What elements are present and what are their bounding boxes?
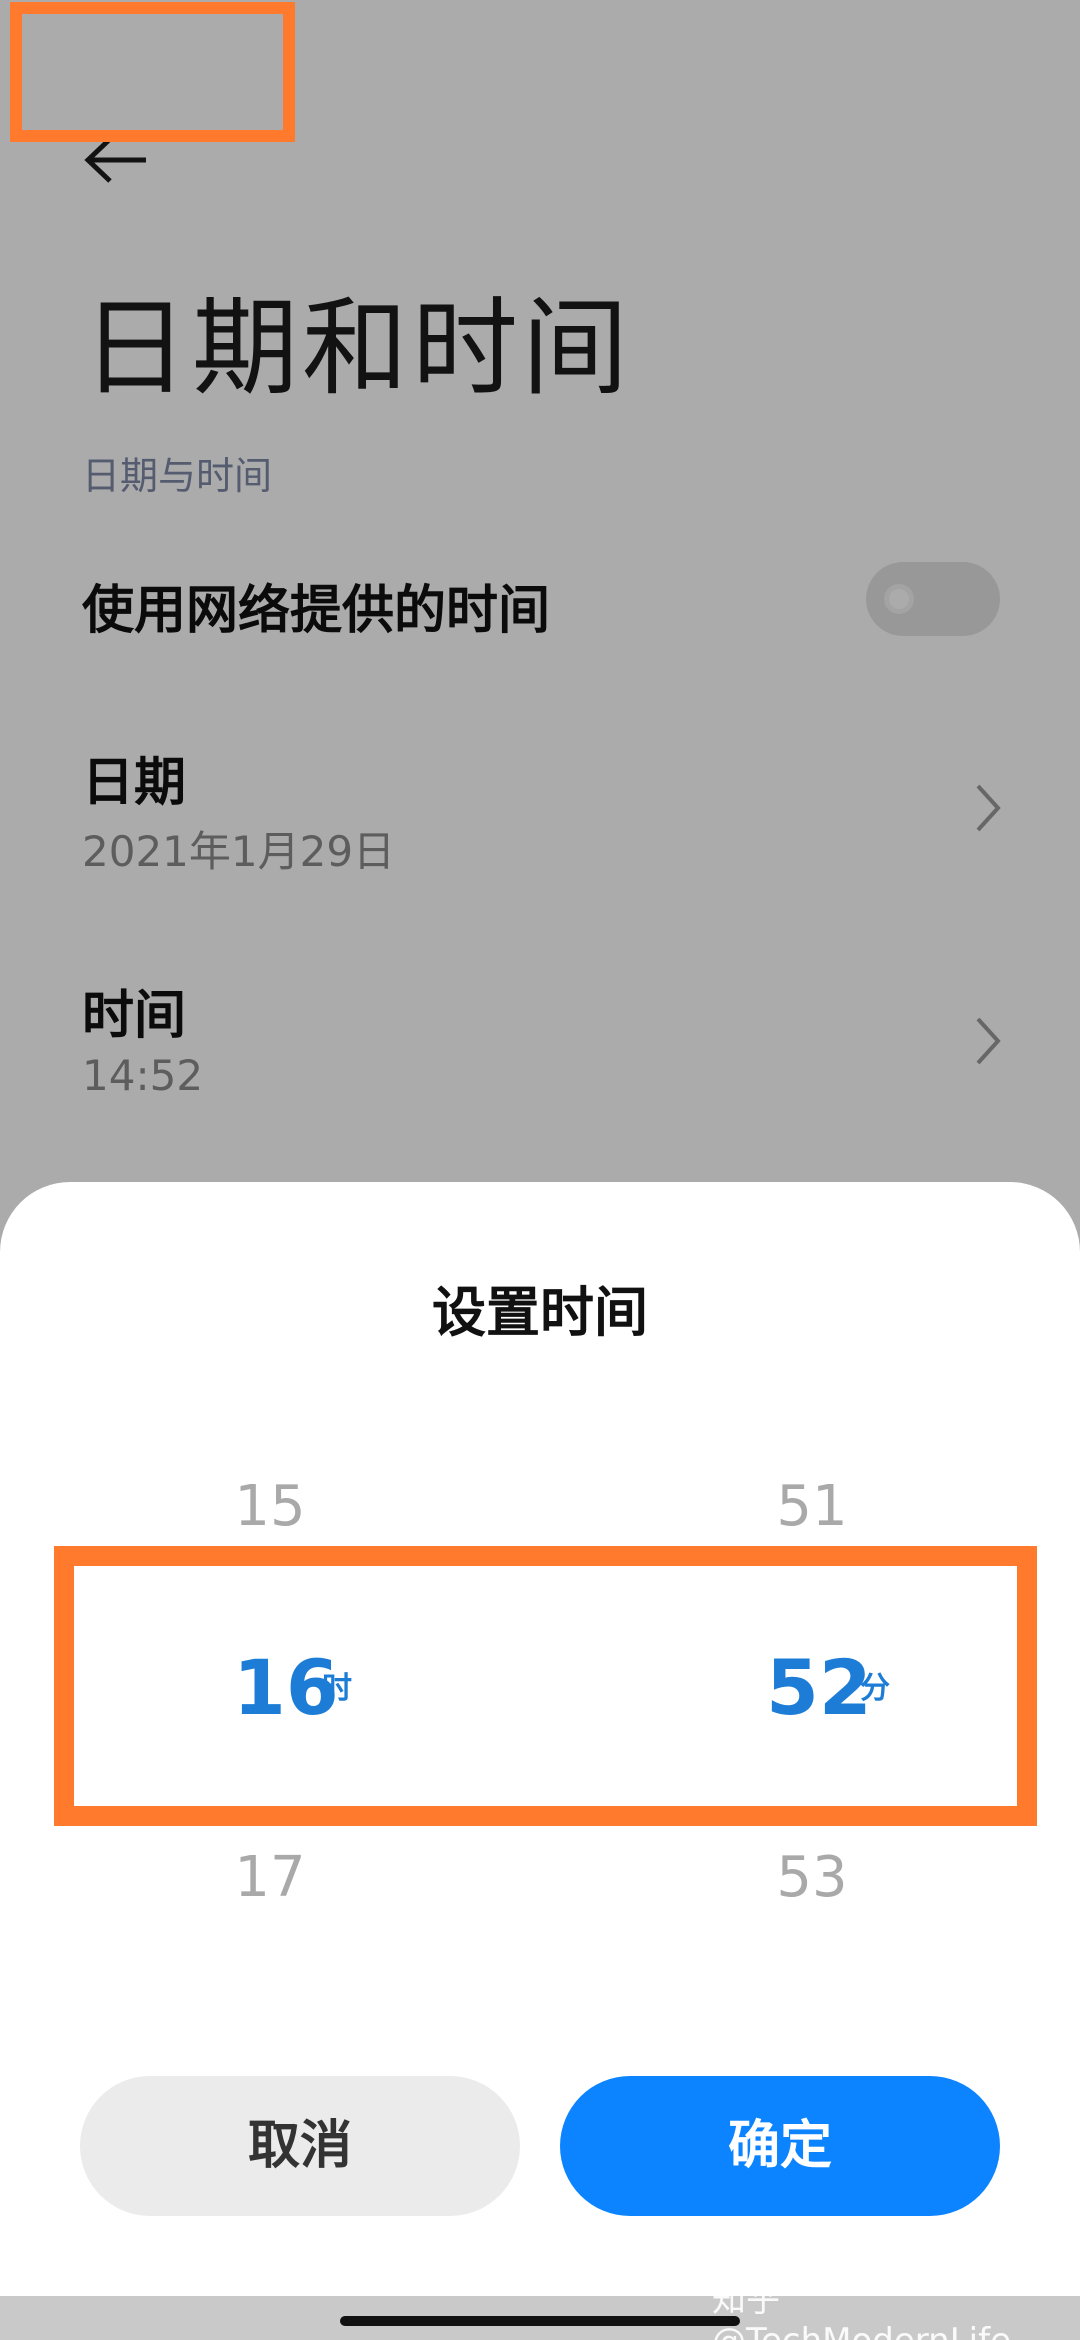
- hour-prev[interactable]: 15: [170, 1474, 370, 1539]
- hour-next[interactable]: 17: [170, 1845, 370, 1910]
- watermark: 知乎 @TechModernLife: [712, 2280, 1011, 2340]
- annotation-highlight-status: [10, 2, 295, 142]
- home-indicator[interactable]: [340, 2316, 740, 2326]
- dialog-title: 设置时间: [432, 1281, 648, 1344]
- confirm-button[interactable]: 确定: [560, 2076, 1000, 2216]
- annotation-highlight-picker: [54, 1546, 1037, 1826]
- minute-next[interactable]: 53: [712, 1845, 912, 1910]
- cancel-button[interactable]: 取消: [80, 2076, 520, 2216]
- minute-prev[interactable]: 51: [712, 1474, 912, 1539]
